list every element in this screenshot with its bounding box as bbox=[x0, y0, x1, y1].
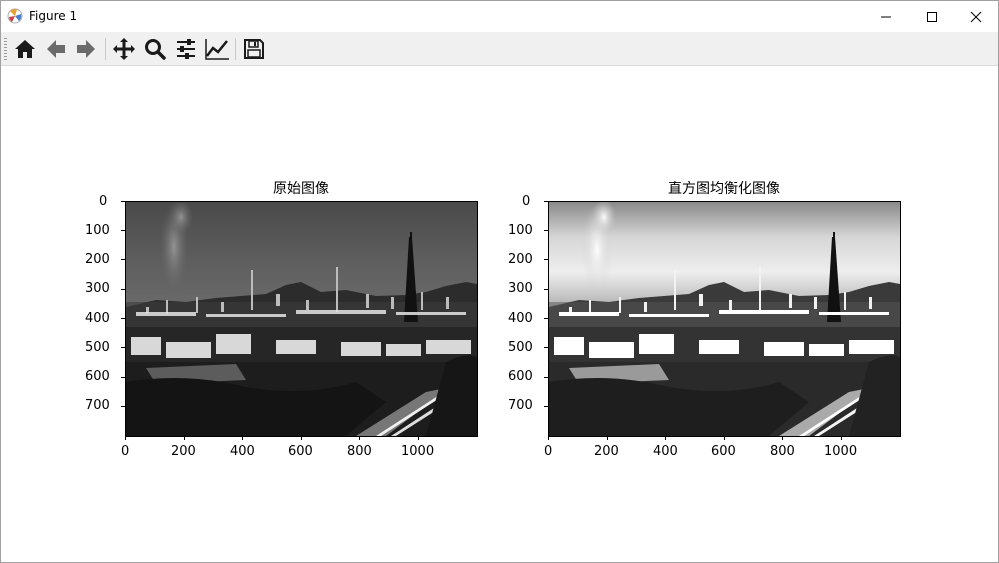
edit-axes-button[interactable] bbox=[203, 35, 231, 63]
ytick-200-equalized: 200 bbox=[508, 252, 533, 267]
ytick-100-equalized: 100 bbox=[508, 223, 533, 238]
minimize-button[interactable] bbox=[863, 1, 909, 32]
ytick-100-original: 100 bbox=[85, 223, 110, 238]
home-button[interactable] bbox=[11, 35, 39, 63]
back-button[interactable] bbox=[42, 35, 70, 63]
ytick-700-original: 700 bbox=[85, 398, 110, 413]
xtick-mark bbox=[782, 436, 783, 440]
ytick-mark bbox=[544, 230, 548, 231]
xtick-600-equalized: 600 bbox=[711, 444, 736, 459]
sliders-icon bbox=[177, 39, 195, 59]
xtick-mark bbox=[184, 436, 185, 440]
ytick-500-equalized: 500 bbox=[508, 340, 533, 355]
configure-subplots-button[interactable] bbox=[172, 35, 200, 63]
ytick-mark bbox=[544, 289, 548, 290]
xtick-mark bbox=[359, 436, 360, 440]
ytick-mark bbox=[121, 347, 125, 348]
ytick-mark bbox=[121, 230, 125, 231]
xtick-0-original: 0 bbox=[121, 444, 130, 459]
ytick-300-equalized: 300 bbox=[508, 281, 533, 296]
magnifier-icon bbox=[145, 39, 166, 60]
ytick-200-original: 200 bbox=[85, 252, 110, 267]
matplotlib-app-icon bbox=[7, 8, 23, 24]
xtick-mark bbox=[724, 436, 725, 440]
xtick-200-equalized: 200 bbox=[594, 444, 619, 459]
home-icon bbox=[15, 40, 35, 58]
ytick-mark bbox=[544, 318, 548, 319]
toolbar-separator bbox=[105, 38, 106, 60]
navigation-toolbar bbox=[1, 32, 998, 66]
line-chart-icon bbox=[205, 39, 229, 60]
forward-button[interactable] bbox=[72, 35, 100, 63]
subplot-title-original: 原始图像 bbox=[273, 181, 329, 197]
arrow-left-icon bbox=[47, 40, 65, 58]
ytick-400-equalized: 400 bbox=[508, 311, 533, 326]
close-icon bbox=[970, 11, 982, 22]
xtick-mark bbox=[242, 436, 243, 440]
ytick-600-original: 600 bbox=[85, 369, 110, 384]
ytick-mark bbox=[121, 406, 125, 407]
xtick-mark bbox=[841, 436, 842, 440]
xtick-200-original: 200 bbox=[171, 444, 196, 459]
ytick-400-original: 400 bbox=[85, 311, 110, 326]
industrial-photo-equalized bbox=[549, 202, 900, 436]
xtick-800-equalized: 800 bbox=[770, 444, 795, 459]
ytick-mark bbox=[121, 201, 125, 202]
zoom-button[interactable] bbox=[141, 35, 169, 63]
subplot-title-equalized: 直方图均衡化图像 bbox=[668, 181, 780, 197]
xtick-0-equalized: 0 bbox=[544, 444, 553, 459]
save-button[interactable] bbox=[240, 35, 268, 63]
original-image[interactable] bbox=[125, 201, 478, 437]
ytick-mark bbox=[544, 406, 548, 407]
xtick-mark bbox=[301, 436, 302, 440]
arrow-right-icon bbox=[77, 40, 95, 58]
xtick-400-original: 400 bbox=[230, 444, 255, 459]
ytick-700-equalized: 700 bbox=[508, 398, 533, 413]
xtick-400-equalized: 400 bbox=[653, 444, 678, 459]
ytick-mark bbox=[544, 259, 548, 260]
ytick-mark bbox=[544, 347, 548, 348]
floppy-disk-icon bbox=[244, 39, 264, 59]
toolbar-separator bbox=[235, 38, 236, 60]
xtick-1000-equalized: 1000 bbox=[824, 444, 858, 459]
figure-canvas[interactable]: 原始图像 0 100 200 300 400 500 600 700 0 200… bbox=[1, 66, 998, 562]
xtick-mark bbox=[665, 436, 666, 440]
ytick-500-original: 500 bbox=[85, 340, 110, 355]
industrial-photo-original bbox=[126, 202, 477, 436]
move-icon bbox=[113, 38, 135, 60]
maximize-icon bbox=[927, 11, 937, 22]
ytick-300-original: 300 bbox=[85, 281, 110, 296]
xtick-mark bbox=[607, 436, 608, 440]
ytick-mark bbox=[121, 318, 125, 319]
ytick-mark bbox=[544, 201, 548, 202]
xtick-800-original: 800 bbox=[347, 444, 372, 459]
close-button[interactable] bbox=[953, 1, 999, 32]
xtick-600-original: 600 bbox=[288, 444, 313, 459]
xtick-1000-original: 1000 bbox=[401, 444, 435, 459]
xtick-mark bbox=[418, 436, 419, 440]
ytick-mark bbox=[121, 289, 125, 290]
ytick-0-original: 0 bbox=[99, 194, 108, 209]
xtick-mark bbox=[548, 436, 549, 440]
figure-window: Figure 1 原始图像 0 100 200 300 400 500 600 … bbox=[0, 0, 999, 563]
ytick-600-equalized: 600 bbox=[508, 369, 533, 384]
ytick-0-equalized: 0 bbox=[522, 194, 531, 209]
maximize-button[interactable] bbox=[909, 1, 955, 32]
minimize-icon bbox=[881, 16, 891, 17]
ytick-mark bbox=[121, 259, 125, 260]
ytick-mark bbox=[544, 377, 548, 378]
toolbar-grip[interactable] bbox=[4, 38, 7, 60]
ytick-mark bbox=[121, 377, 125, 378]
equalized-image[interactable] bbox=[548, 201, 901, 437]
window-title: Figure 1 bbox=[29, 9, 78, 23]
xtick-mark bbox=[125, 436, 126, 440]
pan-button[interactable] bbox=[110, 35, 138, 63]
title-bar[interactable]: Figure 1 bbox=[1, 1, 998, 32]
